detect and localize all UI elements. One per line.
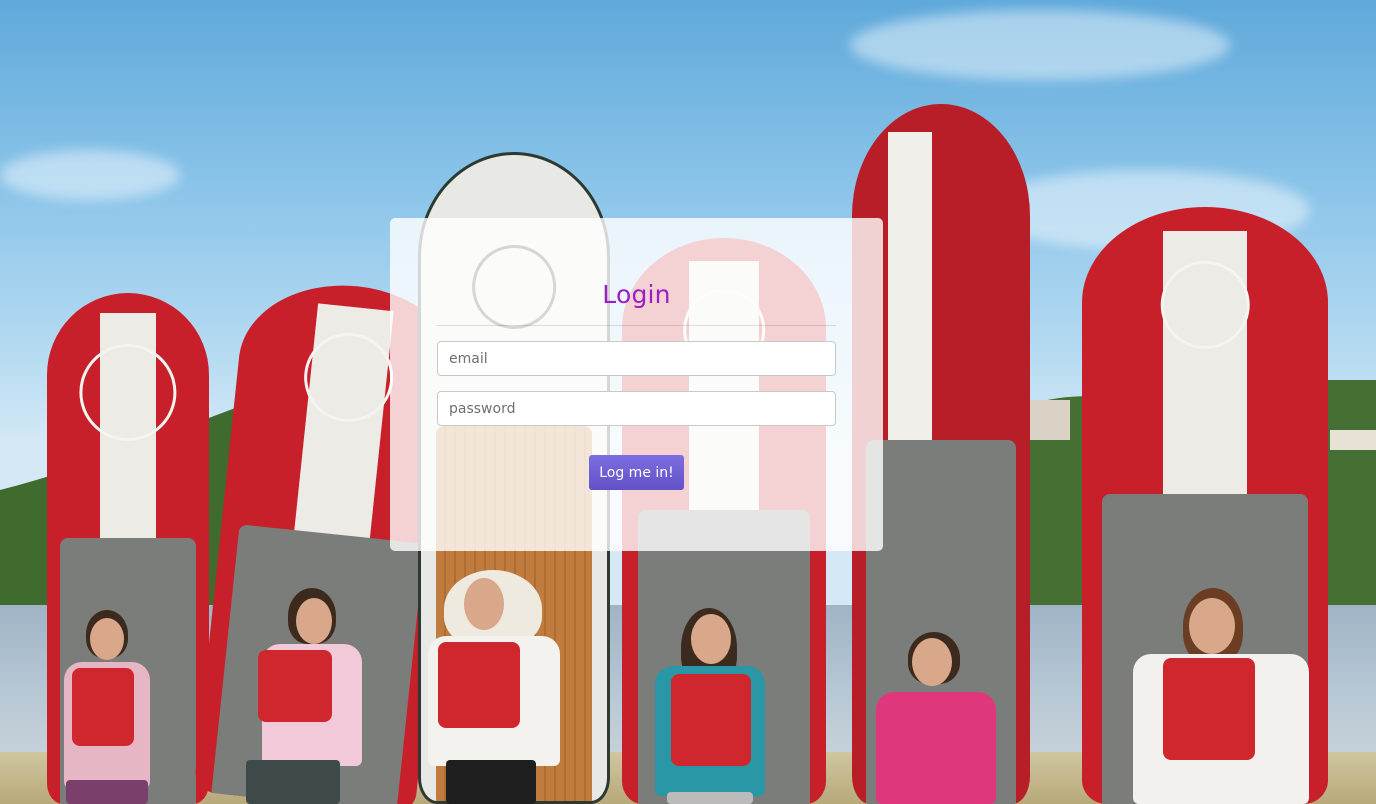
login-page: Login Log me in! bbox=[0, 0, 1376, 804]
login-title: Login bbox=[602, 280, 671, 309]
login-button[interactable]: Log me in! bbox=[589, 455, 684, 490]
background-cloud bbox=[0, 150, 180, 200]
password-input[interactable] bbox=[437, 391, 836, 426]
person bbox=[625, 608, 825, 804]
login-card: Login Log me in! bbox=[390, 218, 883, 551]
email-input[interactable] bbox=[437, 341, 836, 376]
person bbox=[240, 588, 380, 804]
title-divider bbox=[437, 325, 836, 326]
person bbox=[40, 610, 170, 804]
person bbox=[1105, 588, 1345, 804]
person bbox=[860, 632, 1040, 804]
person bbox=[420, 570, 580, 804]
background-cloud bbox=[850, 10, 1230, 80]
